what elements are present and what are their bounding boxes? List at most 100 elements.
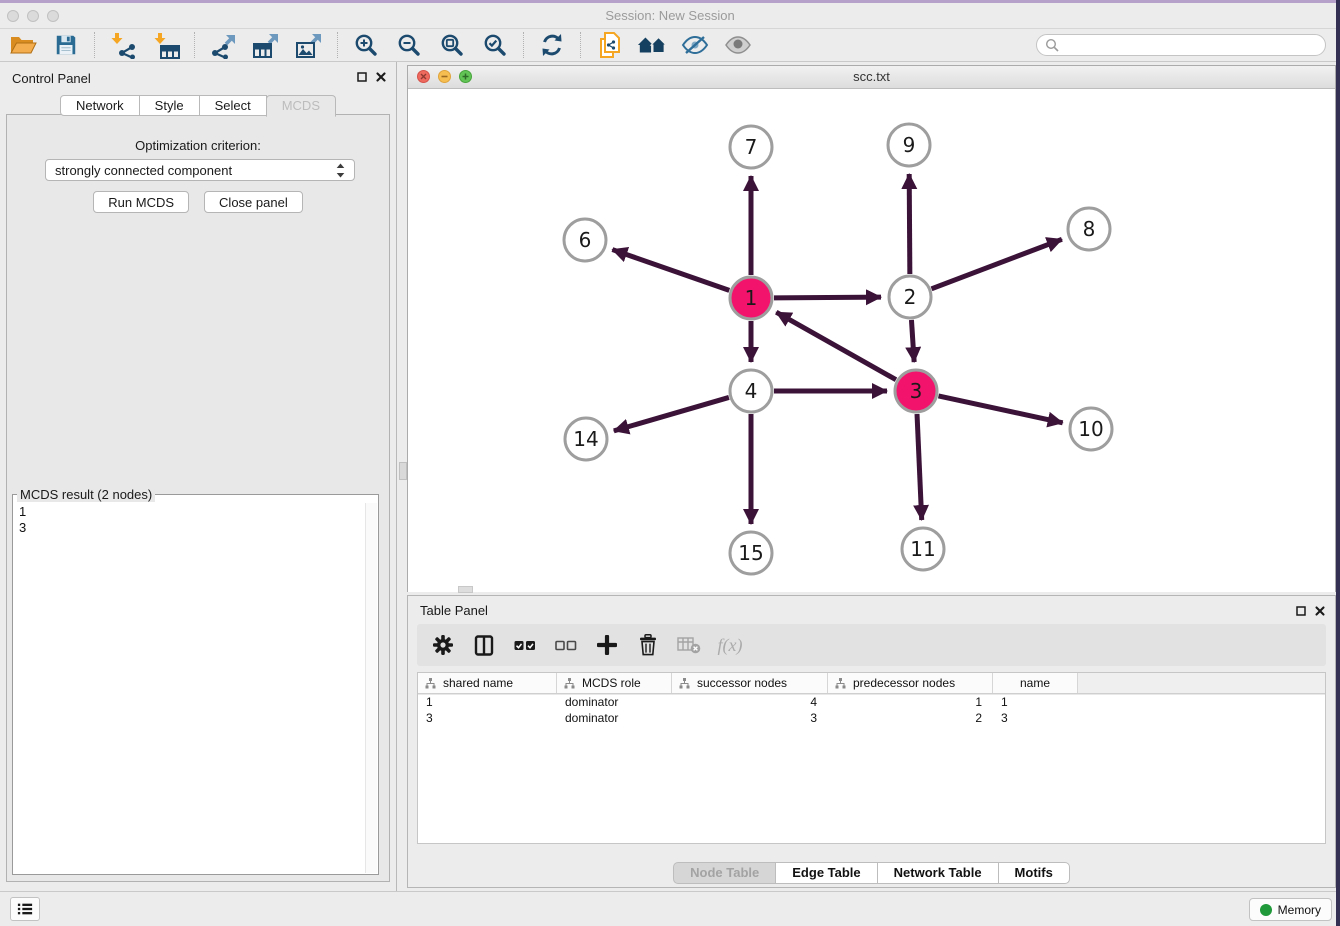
cell-predecessor-nodes[interactable]: 1 xyxy=(828,694,993,710)
column-header-predecessor-nodes[interactable]: predecessor nodes xyxy=(828,673,993,693)
network-graph[interactable]: 7968124314101511 xyxy=(408,89,1335,592)
zoom-fit-button[interactable] xyxy=(437,30,467,60)
import-network-button[interactable] xyxy=(108,30,138,60)
horizontal-splitter-grip[interactable] xyxy=(458,586,473,593)
column-header-name[interactable]: name xyxy=(993,673,1078,693)
tab-style[interactable]: Style xyxy=(139,95,200,116)
tab-mcds[interactable]: MCDS xyxy=(266,95,336,117)
show-details-button[interactable] xyxy=(723,30,753,60)
refresh-icon xyxy=(539,32,565,58)
column-header-MCDS-role[interactable]: MCDS role xyxy=(557,673,672,693)
cell-MCDS-role[interactable]: dominator xyxy=(557,710,672,726)
optimization-select-value: strongly connected component xyxy=(55,163,232,178)
column-header-label: shared name xyxy=(443,676,513,690)
float-panel-icon[interactable] xyxy=(1296,606,1306,616)
task-list-button[interactable] xyxy=(10,897,40,921)
graph-node-label: 3 xyxy=(910,379,923,403)
cell-name[interactable]: 3 xyxy=(993,710,1078,726)
tab-motifs[interactable]: Motifs xyxy=(998,862,1070,884)
graph-edge-3-1[interactable] xyxy=(776,312,896,379)
delete-table-button[interactable] xyxy=(677,633,701,657)
save-session-button[interactable] xyxy=(51,30,81,60)
toolbar-separator xyxy=(194,32,195,58)
graph-edge-2-9[interactable] xyxy=(909,174,910,274)
tab-network[interactable]: Network xyxy=(60,95,140,116)
close-panel-icon[interactable] xyxy=(376,72,386,82)
cell-shared-name[interactable]: 3 xyxy=(418,710,557,726)
homes-icon xyxy=(637,33,667,57)
mcds-result-title: MCDS result (2 nodes) xyxy=(17,487,155,502)
search-input[interactable] xyxy=(1064,37,1317,53)
show-columns-button[interactable] xyxy=(472,633,496,657)
window-close-button[interactable] xyxy=(7,10,19,22)
cell-successor-nodes[interactable]: 4 xyxy=(672,694,828,710)
refresh-layout-button[interactable] xyxy=(537,30,567,60)
table-toolbar: f(x) xyxy=(417,624,1326,666)
run-mcds-button[interactable]: Run MCDS xyxy=(93,191,189,213)
mcds-buttons: Run MCDS Close panel xyxy=(7,191,389,213)
splitter-grip-icon[interactable] xyxy=(399,462,407,480)
duplicate-network-button[interactable] xyxy=(594,30,624,60)
control-panel-title: Control Panel xyxy=(12,71,91,86)
export-network-button[interactable] xyxy=(208,30,238,60)
mcds-result-box: MCDS result (2 nodes) 13 xyxy=(12,487,379,875)
cell-shared-name[interactable]: 1 xyxy=(418,694,557,710)
status-bar: Memory xyxy=(0,891,1340,926)
float-panel-icon[interactable] xyxy=(357,72,367,82)
header-filler xyxy=(1078,673,1325,693)
tab-node-table[interactable]: Node Table xyxy=(673,862,776,884)
window-zoom-button[interactable] xyxy=(47,10,59,22)
column-header-label: successor nodes xyxy=(697,676,787,690)
graph-edge-1-6[interactable] xyxy=(612,250,729,291)
zoom-fit-icon xyxy=(440,33,464,57)
tab-network-table[interactable]: Network Table xyxy=(877,862,999,884)
graph-edge-1-2[interactable] xyxy=(774,297,881,298)
open-session-button[interactable] xyxy=(8,30,38,60)
tab-edge-table[interactable]: Edge Table xyxy=(775,862,877,884)
toolbar-separator xyxy=(94,32,95,58)
cell-successor-nodes[interactable]: 3 xyxy=(672,710,828,726)
apply-function-button[interactable]: f(x) xyxy=(718,633,742,657)
graph-edge-3-10[interactable] xyxy=(938,396,1062,423)
unselect-all-checks-button[interactable] xyxy=(554,633,578,657)
network-minimize-button[interactable] xyxy=(438,70,451,83)
delete-entry-button[interactable] xyxy=(636,633,660,657)
graph-node-label: 6 xyxy=(579,228,592,252)
graph-edge-2-3[interactable] xyxy=(911,320,914,362)
cell-name[interactable]: 1 xyxy=(993,694,1078,710)
tab-select[interactable]: Select xyxy=(199,95,267,116)
network-maximize-button[interactable] xyxy=(459,70,472,83)
export-image-button[interactable] xyxy=(294,30,324,60)
duplicate-network-icon xyxy=(597,31,621,59)
close-panel-button[interactable]: Close panel xyxy=(204,191,303,213)
memory-button[interactable]: Memory xyxy=(1249,898,1332,921)
home-view-button[interactable] xyxy=(637,30,667,60)
cell-MCDS-role[interactable]: dominator xyxy=(557,694,672,710)
table-settings-button[interactable] xyxy=(431,633,455,657)
graph-edge-4-14[interactable] xyxy=(614,397,729,430)
search-box[interactable] xyxy=(1036,34,1326,56)
import-table-button[interactable] xyxy=(151,30,181,60)
column-type-icon xyxy=(564,678,575,689)
select-all-checks-button[interactable] xyxy=(513,633,537,657)
result-scrollbar[interactable] xyxy=(365,503,377,873)
close-panel-icon[interactable] xyxy=(1315,606,1325,616)
hide-details-button[interactable] xyxy=(680,30,710,60)
zoom-selected-button[interactable] xyxy=(480,30,510,60)
cell-predecessor-nodes[interactable]: 2 xyxy=(828,710,993,726)
optimization-select[interactable]: strongly connected component xyxy=(45,159,355,181)
graph-edge-2-8[interactable] xyxy=(932,239,1062,289)
zoom-in-button[interactable] xyxy=(351,30,381,60)
table-row[interactable]: 1dominator411 xyxy=(418,694,1325,710)
window-minimize-button[interactable] xyxy=(27,10,39,22)
vertical-splitter[interactable] xyxy=(398,62,407,892)
graph-edge-3-11[interactable] xyxy=(917,414,922,520)
mcds-result-list[interactable]: 13 xyxy=(19,504,362,872)
add-entry-button[interactable] xyxy=(595,633,619,657)
zoom-out-button[interactable] xyxy=(394,30,424,60)
column-header-shared-name[interactable]: shared name xyxy=(418,673,557,693)
column-header-successor-nodes[interactable]: successor nodes xyxy=(672,673,828,693)
network-close-button[interactable] xyxy=(417,70,430,83)
export-table-button[interactable] xyxy=(251,30,281,60)
table-row[interactable]: 3dominator323 xyxy=(418,710,1325,726)
